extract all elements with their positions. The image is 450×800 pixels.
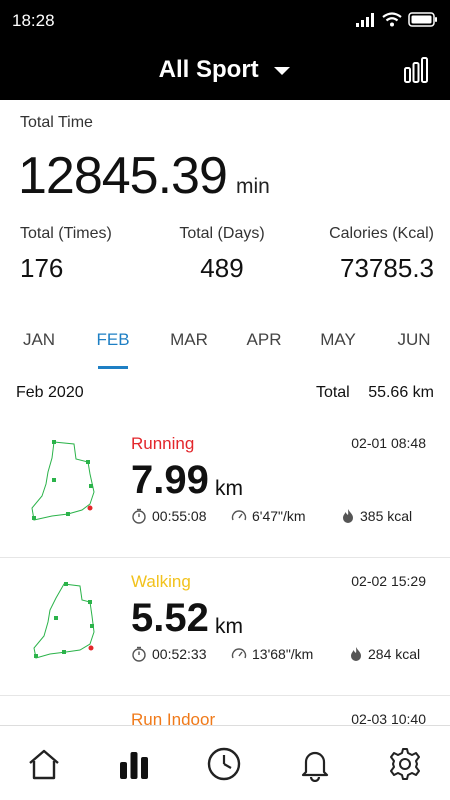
stat-label: Calories (Kcal) bbox=[329, 225, 434, 242]
activity-distance-unit: km bbox=[215, 477, 243, 500]
duration-value: 00:55:08 bbox=[152, 508, 207, 524]
route-map bbox=[33, 582, 95, 659]
stat-value: 489 bbox=[200, 253, 244, 283]
activity-item[interactable]: Running 02-01 08:48 7.99 km 00:55:08 6'4… bbox=[0, 420, 450, 558]
stat-total-days: Total (Days) 489 bbox=[176, 225, 268, 284]
period-total-label: Total bbox=[315, 384, 350, 401]
activity-metrics: 00:55:08 6'47"/km 385 kcal bbox=[131, 508, 412, 524]
stat-calories: Calories (Kcal) 73785.3 bbox=[329, 225, 434, 284]
sport-filter-dropdown[interactable]: All Sport bbox=[0, 56, 450, 84]
pace-value: 6'47"/km bbox=[252, 508, 306, 524]
activity-type: Walking bbox=[131, 572, 191, 591]
total-time-label: Total Time bbox=[20, 114, 93, 131]
period-label: Feb 2020 bbox=[16, 384, 84, 401]
pace-metric: 6'47"/km bbox=[231, 508, 341, 524]
home-icon[interactable] bbox=[26, 746, 62, 782]
total-time-unit: min bbox=[236, 175, 270, 198]
app-header: All Sport bbox=[0, 40, 450, 100]
flame-icon bbox=[351, 647, 361, 661]
clock-icon[interactable] bbox=[206, 746, 242, 782]
tab-mar[interactable]: MAR bbox=[159, 330, 219, 350]
activity-distance: 5.52 bbox=[131, 596, 209, 640]
speedometer-icon bbox=[231, 648, 247, 659]
stat-value: 73785.3 bbox=[340, 253, 434, 283]
duration-metric: 00:52:33 bbox=[131, 646, 231, 662]
tab-jan[interactable]: JAN bbox=[9, 330, 69, 350]
activity-distance: 7.99 bbox=[131, 458, 209, 502]
flame-icon bbox=[343, 509, 353, 523]
speedometer-icon bbox=[231, 510, 247, 521]
settings-icon[interactable] bbox=[387, 746, 423, 782]
sport-filter-label: All Sport bbox=[158, 56, 259, 83]
tab-jun[interactable]: JUN bbox=[384, 330, 444, 350]
activity-metrics: 00:52:33 13'68"/km 284 kcal bbox=[131, 646, 420, 662]
pace-metric: 13'68"/km bbox=[231, 646, 349, 662]
status-bar: 18:28 bbox=[0, 0, 450, 40]
stat-total-times: Total (Times) 176 bbox=[20, 225, 112, 284]
stopwatch-icon bbox=[132, 646, 146, 662]
status-icons bbox=[356, 12, 438, 27]
tab-may[interactable]: MAY bbox=[308, 330, 368, 350]
route-map bbox=[31, 440, 95, 521]
bottom-tab-bar bbox=[0, 725, 450, 800]
activity-distance-unit: km bbox=[215, 615, 243, 638]
stat-label: Total (Times) bbox=[20, 225, 112, 242]
signal-icon bbox=[356, 12, 374, 27]
pace-value: 13'68"/km bbox=[252, 646, 314, 662]
calories-value: 284 kcal bbox=[368, 646, 421, 662]
tab-apr[interactable]: APR bbox=[234, 330, 294, 350]
period-total-value: 55.66 km bbox=[368, 384, 434, 401]
tab-feb[interactable]: FEB bbox=[83, 330, 143, 350]
bar-chart-icon[interactable] bbox=[402, 56, 430, 84]
month-tabs: JAN FEB MAR APR MAY JUN bbox=[0, 320, 450, 370]
duration-metric: 00:55:08 bbox=[131, 508, 231, 524]
calories-metric: 284 kcal bbox=[349, 646, 420, 662]
stat-label: Total (Days) bbox=[179, 225, 265, 242]
bell-icon[interactable] bbox=[297, 746, 333, 782]
stopwatch-icon bbox=[132, 508, 146, 524]
calories-metric: 385 kcal bbox=[341, 508, 412, 524]
status-time: 18:28 bbox=[12, 11, 55, 30]
total-time-value: 12845.39 bbox=[18, 147, 228, 205]
duration-value: 00:52:33 bbox=[152, 646, 207, 662]
activity-datetime: 02-01 08:48 bbox=[351, 435, 426, 451]
stats-icon[interactable] bbox=[116, 746, 152, 782]
period-total: Total 55.66 km bbox=[316, 384, 434, 402]
caret-down-icon bbox=[274, 66, 291, 75]
wifi-icon bbox=[382, 12, 402, 27]
activity-type: Running bbox=[131, 434, 195, 453]
activity-item[interactable]: Walking 02-02 15:29 5.52 km 00:52:33 13'… bbox=[0, 558, 450, 696]
battery-icon bbox=[408, 12, 437, 27]
calories-value: 385 kcal bbox=[360, 508, 413, 524]
active-tab-indicator bbox=[98, 366, 128, 369]
activity-datetime: 02-02 15:29 bbox=[351, 573, 426, 589]
stat-value: 176 bbox=[20, 253, 64, 283]
